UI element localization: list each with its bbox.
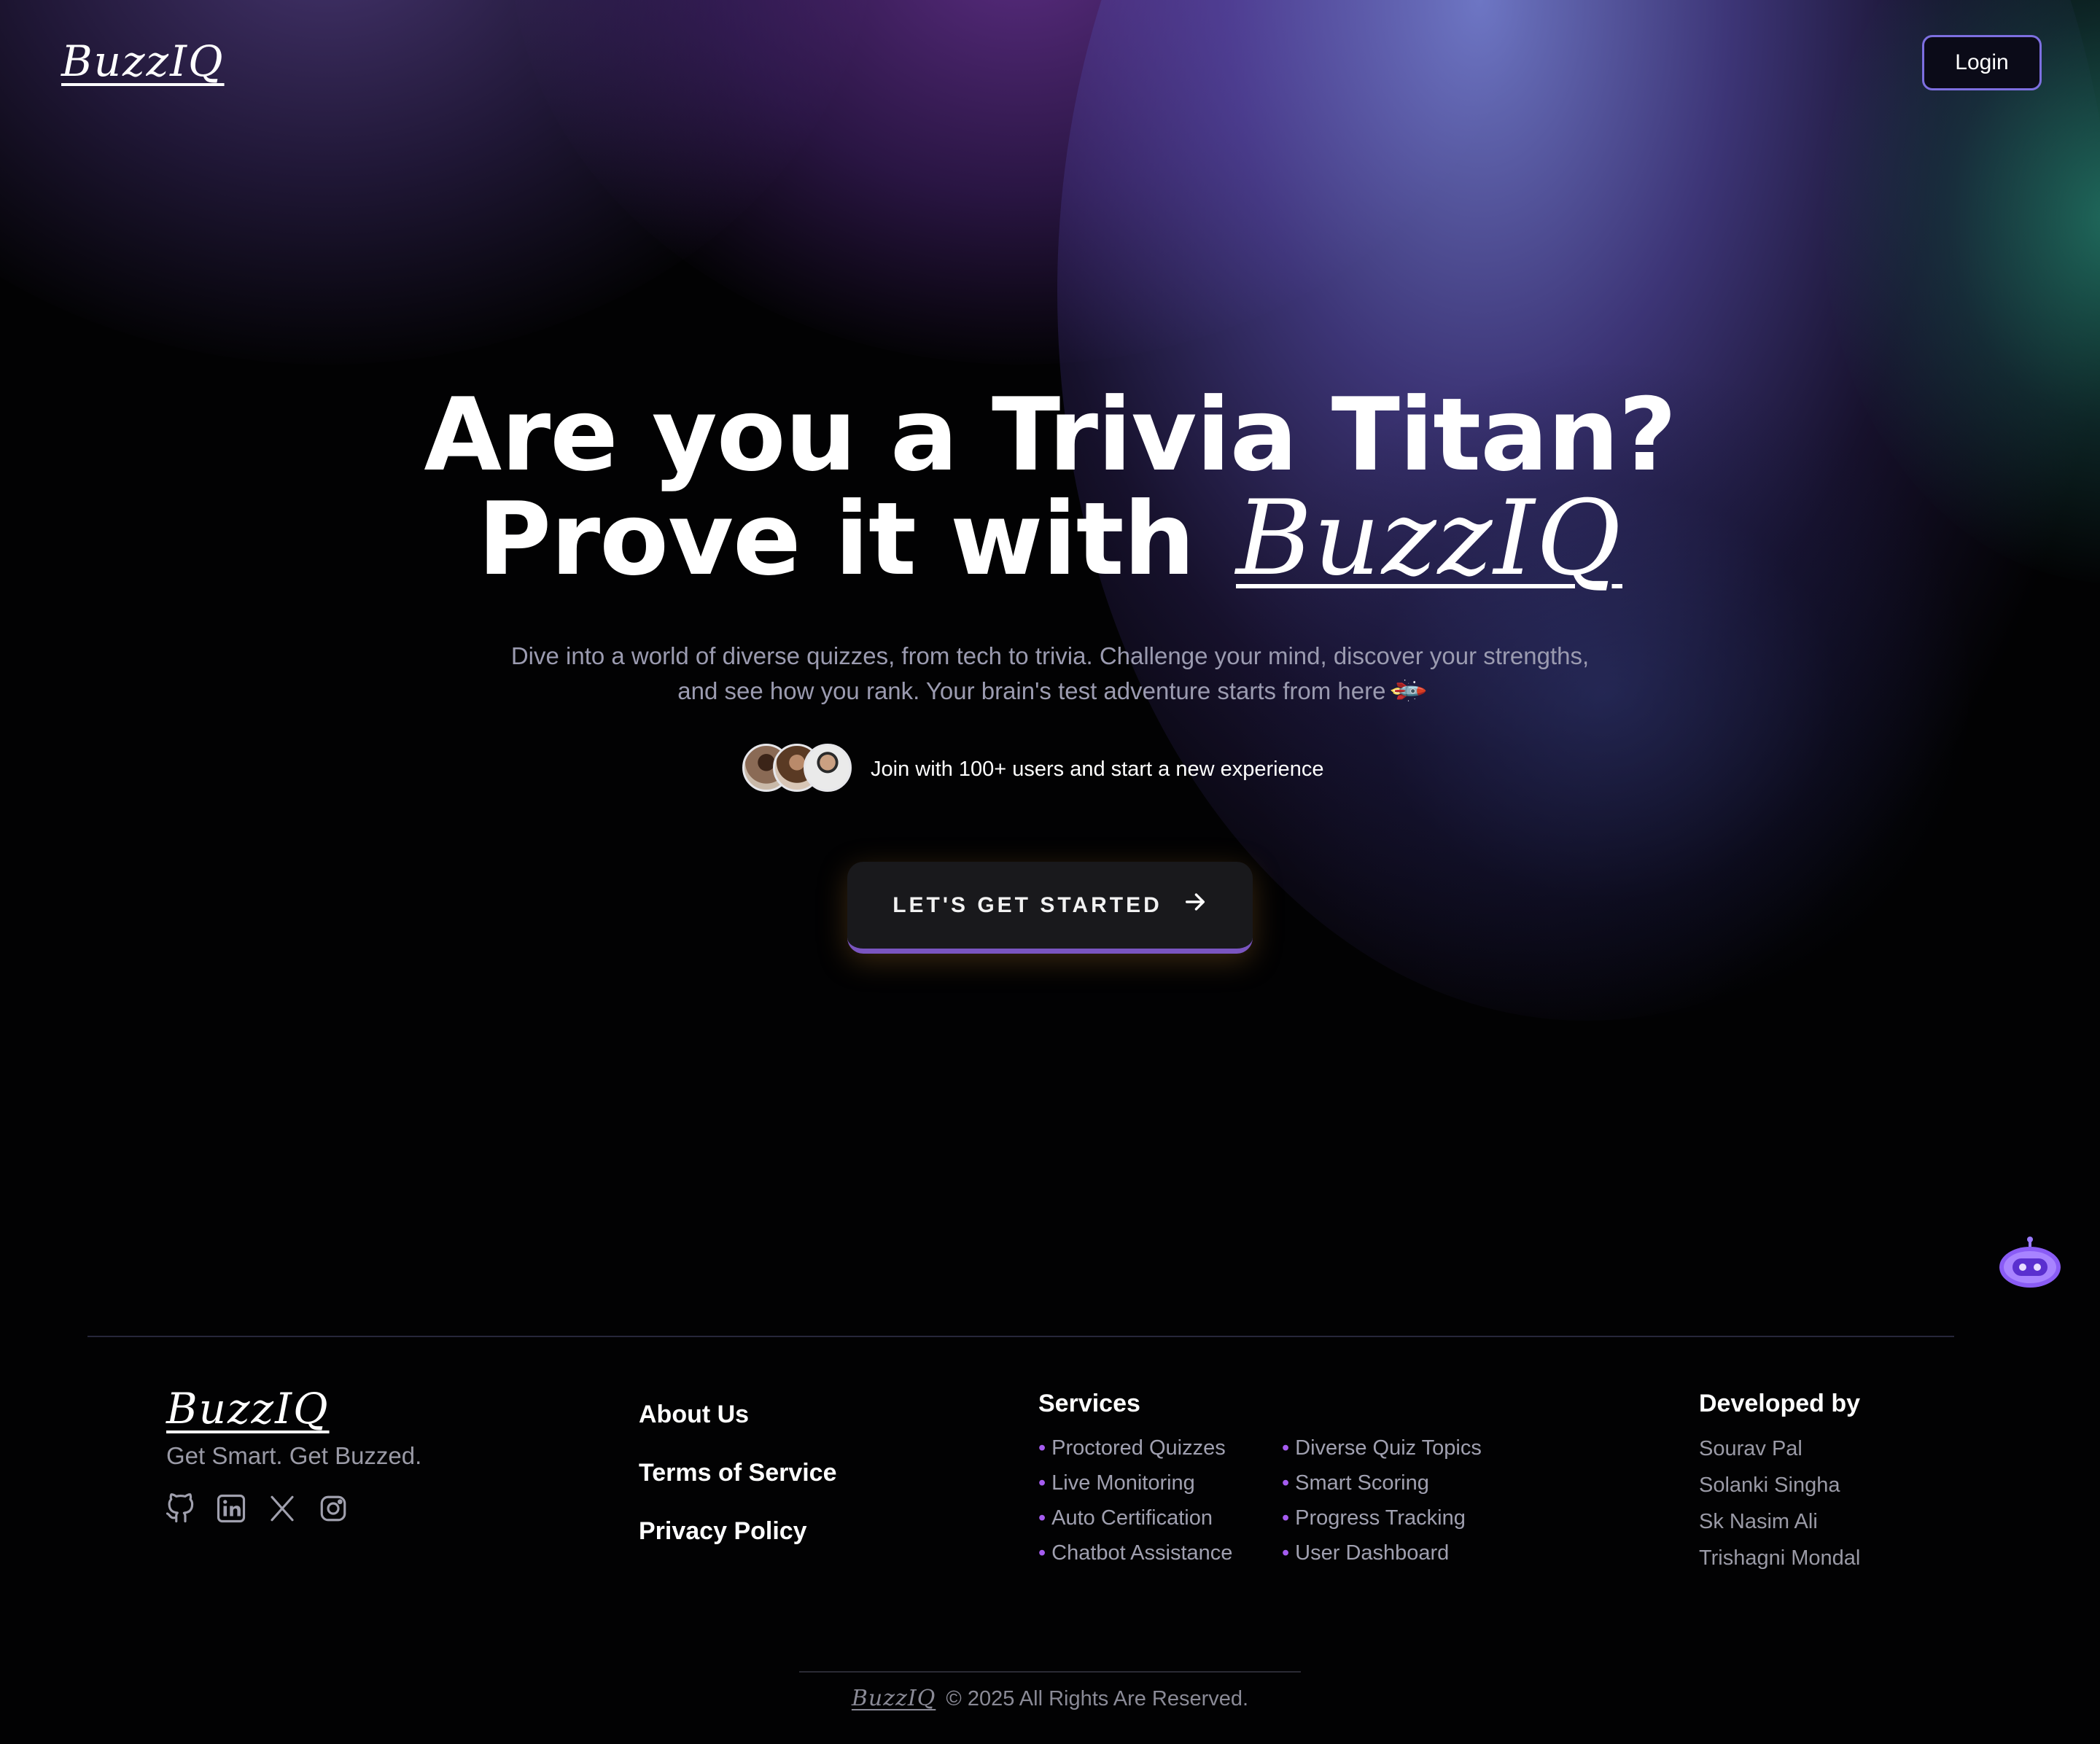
aurora-glow — [510, 0, 1531, 365]
footer-links: About Us Terms of Service Privacy Policy — [639, 1397, 837, 1572]
bullet-icon: • — [1038, 1471, 1046, 1495]
github-icon[interactable] — [165, 1493, 195, 1524]
developers-title: Developed by — [1699, 1390, 1861, 1417]
linkedin-icon[interactable] — [216, 1493, 246, 1524]
list-item: • Diverse Quiz Topics — [1282, 1436, 1482, 1460]
developer-name: Solanki Singha — [1699, 1474, 1840, 1497]
privacy-policy-link[interactable]: Privacy Policy — [639, 1514, 837, 1549]
x-icon[interactable] — [267, 1493, 298, 1524]
login-button[interactable]: Login — [1922, 35, 2042, 90]
developer-name: Sourav Pal — [1699, 1437, 1802, 1460]
developer-name: Sk Nasim Ali — [1699, 1510, 1818, 1533]
bullet-icon: • — [1282, 1506, 1290, 1530]
get-started-button[interactable]: LET'S GET STARTED — [847, 862, 1253, 954]
footer-logo[interactable]: BuzzIQ — [166, 1382, 330, 1435]
bullet-icon: • — [1282, 1471, 1290, 1495]
services-list: • Proctored Quizzes • Live Monitoring • Aut… — [1038, 1430, 1232, 1570]
avatar — [804, 744, 852, 792]
copyright-brand: BuzzIQ — [851, 1686, 936, 1711]
bullet-icon: • — [1282, 1436, 1290, 1460]
hero-brand-wordmark: BuzzIQ — [1236, 478, 1622, 599]
bullet-icon: • — [1038, 1506, 1046, 1530]
rocket-icon: 🚀 — [1387, 671, 1428, 712]
join-text: Join with 100+ users and start a new exp… — [871, 758, 1324, 781]
hero-description-text: Dive into a world of diverse quizzes, fr… — [510, 642, 1590, 704]
services-title: Services — [1038, 1390, 1140, 1417]
hero-title-prefix: Prove it with — [478, 480, 1195, 598]
bullet-icon: • — [1282, 1541, 1290, 1565]
list-item: • Auto Certification — [1038, 1506, 1213, 1530]
bullet-icon: • — [1038, 1541, 1046, 1565]
about-us-link[interactable]: About Us — [639, 1397, 837, 1432]
hero-description: Dive into a world of diverse quizzes, fr… — [510, 639, 1590, 711]
header-logo[interactable]: BuzzIQ — [61, 35, 225, 87]
arrow-right-icon — [1183, 889, 1208, 921]
landing-page: BuzzIQ Login Are you a Trivia Titan? Pro… — [0, 0, 2100, 1744]
get-started-label: LET'S GET STARTED — [892, 892, 1162, 917]
list-item: • Live Monitoring — [1038, 1471, 1195, 1495]
footer-divider — [88, 1336, 1954, 1337]
list-item: • Chatbot Assistance — [1038, 1541, 1233, 1565]
user-avatars — [742, 744, 852, 795]
copyright-text: © 2025 All Rights Are Reserved. — [946, 1687, 1249, 1710]
footer-tagline: Get Smart. Get Buzzed. — [166, 1442, 422, 1469]
list-item: • Progress Tracking — [1282, 1506, 1466, 1530]
instagram-icon[interactable] — [318, 1493, 349, 1524]
list-item: • User Dashboard — [1282, 1541, 1450, 1565]
hero-title-line-2: Prove it with BuzzIQ — [0, 484, 2100, 594]
services-list: • Diverse Quiz Topics • Smart Scoring • Pro… — [1282, 1430, 1482, 1570]
hero-title-line-1: Are you a Trivia Titan? — [424, 376, 1676, 494]
social-links — [165, 1493, 349, 1524]
list-item: • Smart Scoring — [1282, 1471, 1429, 1495]
copyright-divider — [799, 1671, 1301, 1673]
developer-name: Trishagni Mondal — [1699, 1546, 1861, 1570]
chatbot-robot-icon[interactable] — [1998, 1237, 2062, 1289]
terms-of-service-link[interactable]: Terms of Service — [639, 1455, 837, 1490]
developers-list: Sourav Pal Solanki Singha Sk Nasim Ali T… — [1699, 1430, 1860, 1576]
bullet-icon: • — [1038, 1436, 1046, 1460]
copyright: BuzzIQ © 2025 All Rights Are Reserved. — [0, 1684, 2100, 1713]
list-item: • Proctored Quizzes — [1038, 1436, 1226, 1460]
